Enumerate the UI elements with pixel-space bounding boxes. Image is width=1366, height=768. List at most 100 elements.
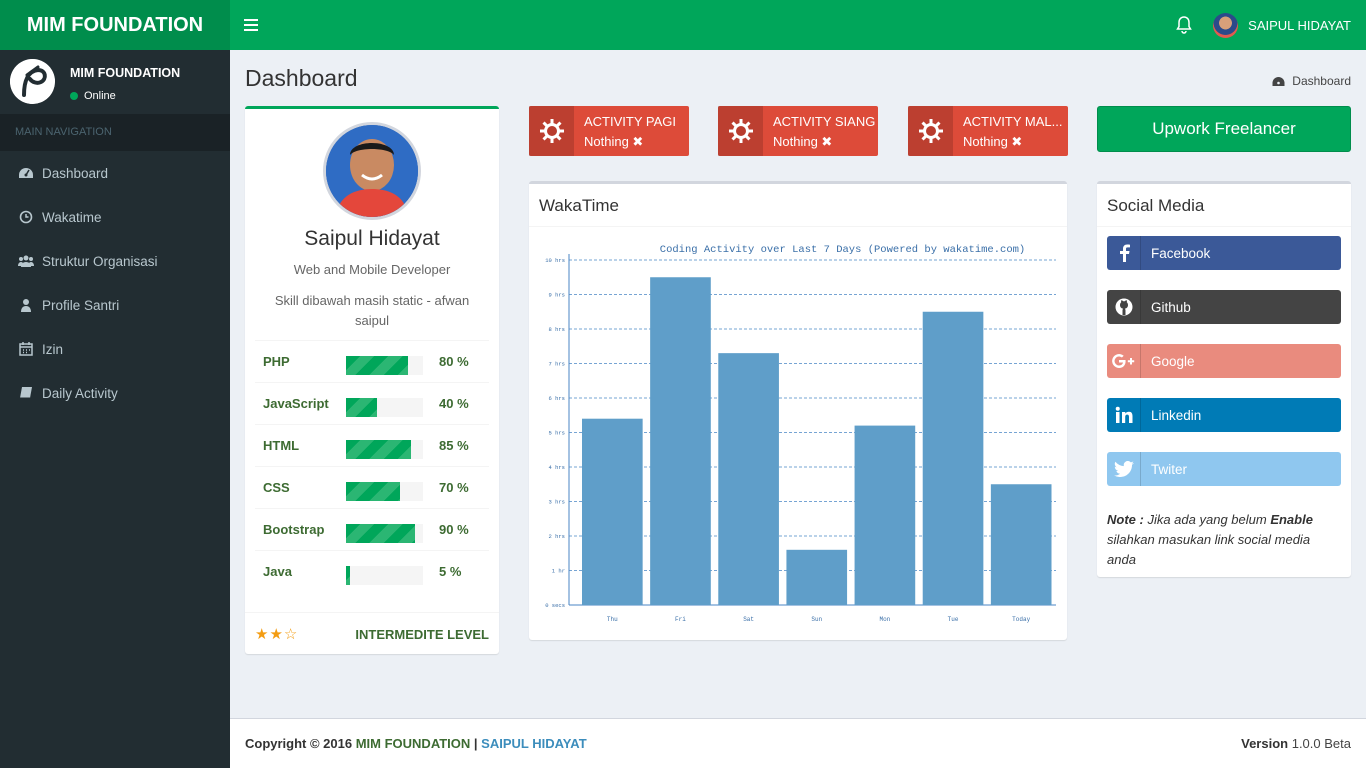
- skill-progress-fill: [346, 398, 377, 417]
- note-mid: Jika ada yang belum: [1143, 512, 1271, 527]
- sidebar-item-profile-santri[interactable]: Profile Santri: [0, 283, 230, 327]
- footer-org-link[interactable]: MIM FOUNDATION: [356, 736, 471, 751]
- chart-bar: [854, 425, 916, 605]
- y-tick-label: 2 hrs: [548, 533, 565, 540]
- activity-title: ACTIVITY PAGI: [584, 114, 676, 129]
- sidebar-item-label: Wakatime: [42, 209, 102, 225]
- github-button[interactable]: Github: [1107, 290, 1341, 324]
- skill-row: HTML 85 %: [255, 424, 489, 466]
- chart-bar: [650, 277, 711, 605]
- linkedin-label: Linkedin: [1151, 407, 1202, 423]
- book-icon: [20, 387, 32, 399]
- activity-malam-box[interactable]: ACTIVITY MAL... Nothing ✖: [908, 106, 1068, 156]
- page-title: Dashboard: [245, 65, 358, 91]
- upwork-freelancer-button[interactable]: Upwork Freelancer: [1097, 106, 1351, 152]
- skill-progress-bar: [346, 524, 423, 543]
- x-tick-label: Fri: [675, 616, 686, 623]
- github-label: Github: [1151, 299, 1191, 315]
- google-plus-button[interactable]: Google: [1107, 344, 1341, 378]
- facebook-label: Facebook: [1151, 245, 1211, 261]
- wakatime-box: WakaTime Coding Activity over Last 7 Day…: [529, 181, 1067, 640]
- skill-name: JavaScript: [263, 396, 329, 411]
- activity-pagi-box[interactable]: ACTIVITY PAGI Nothing ✖: [529, 106, 689, 156]
- sidebar-item-daily-activity[interactable]: Daily Activity: [0, 371, 230, 415]
- y-tick-label: 10 hrs: [545, 257, 565, 264]
- version-label: Version: [1241, 736, 1289, 751]
- twitter-icon: [1107, 452, 1141, 486]
- skill-progress-fill: [346, 482, 400, 501]
- brand-logo[interactable]: MIM FOUNDATION: [0, 0, 230, 50]
- clock-icon: [19, 210, 33, 224]
- gear-icon: [908, 106, 953, 156]
- y-tick-label: 1 hr: [552, 568, 565, 575]
- skill-progress-bar: [346, 398, 423, 417]
- version-info: Version 1.0.0 Beta: [1241, 736, 1351, 751]
- version-number: 1.0.0 Beta: [1291, 736, 1351, 751]
- chart-bar: [718, 353, 779, 605]
- skill-percent: 85 %: [439, 438, 469, 453]
- org-name: MIM FOUNDATION: [70, 66, 181, 80]
- sidebar-item-wakatime[interactable]: Wakatime: [0, 195, 230, 239]
- breadcrumb[interactable]: Dashboard: [1272, 74, 1351, 88]
- divider: [529, 226, 1067, 227]
- skill-row: CSS 70 %: [255, 466, 489, 508]
- sidebar-item-label: Struktur Organisasi: [42, 253, 158, 269]
- github-icon: [1107, 290, 1141, 324]
- note-suffix: silahkan masukan link social media anda: [1107, 532, 1311, 567]
- top-navbar: SAIPUL HIDAYAT: [230, 0, 1366, 50]
- note-bold: Enable: [1270, 512, 1313, 527]
- footer-author-link[interactable]: SAIPUL HIDAYAT: [481, 736, 586, 751]
- skill-level: INTERMEDITE LEVEL: [355, 627, 489, 642]
- sidebar-item-izin[interactable]: Izin: [0, 327, 230, 371]
- sidebar: MIM FOUNDATION Online MAIN NAVIGATION Da…: [0, 50, 230, 768]
- linkedin-icon: [1107, 398, 1141, 432]
- skill-name: PHP: [263, 354, 290, 369]
- skills-list: PHP 80 % JavaScript 40 % HTML 85 % CSS 7…: [255, 340, 489, 592]
- skill-percent: 80 %: [439, 354, 469, 369]
- x-tick-label: Mon: [879, 616, 890, 623]
- activity-title: ACTIVITY MAL...: [963, 114, 1063, 129]
- profile-role: Web and Mobile Developer: [293, 262, 451, 277]
- profile-name: Saipul Hidayat: [304, 227, 440, 250]
- google-plus-icon: [1107, 344, 1141, 378]
- activity-value: Nothing ✖: [963, 134, 1023, 149]
- activity-title: ACTIVITY SIANG: [773, 114, 876, 129]
- skill-row: JavaScript 40 %: [255, 382, 489, 424]
- y-tick-label: 8 hrs: [548, 326, 565, 333]
- social-media-box: Social Media Facebook Github Google Link…: [1097, 181, 1351, 577]
- activity-value: Nothing ✖: [584, 134, 644, 149]
- sidebar-item-struktur[interactable]: Struktur Organisasi: [0, 239, 230, 283]
- users-icon: [18, 255, 34, 267]
- sidebar-item-label: Daily Activity: [42, 385, 118, 401]
- online-status: Online: [70, 90, 116, 102]
- skill-progress-fill: [346, 566, 350, 585]
- status-text: Online: [84, 90, 116, 102]
- x-tick-label: Sat: [743, 616, 754, 623]
- skill-row: Bootstrap 90 %: [255, 508, 489, 550]
- y-tick-label: 9 hrs: [548, 292, 565, 299]
- y-tick-label: 7 hrs: [548, 361, 565, 368]
- chart-bar: [582, 418, 643, 605]
- y-tick-label: 5 hrs: [548, 430, 565, 437]
- profile-note: Skill dibawah masih static - afwan saipu…: [274, 293, 470, 328]
- sidebar-item-label: Izin: [42, 341, 64, 357]
- twitter-button[interactable]: Twiter: [1107, 452, 1341, 486]
- sidebar-item-dashboard[interactable]: Dashboard: [0, 151, 230, 195]
- skill-row: PHP 80 %: [255, 340, 489, 382]
- x-tick-label: Sun: [811, 616, 822, 623]
- dashboard-icon: [1272, 76, 1285, 86]
- user-menu[interactable]: SAIPUL HIDAYAT: [1213, 0, 1351, 50]
- y-tick-label: 3 hrs: [548, 499, 565, 506]
- y-tick-label: 4 hrs: [548, 464, 565, 471]
- facebook-button[interactable]: Facebook: [1107, 236, 1341, 270]
- bell-icon[interactable]: [1175, 15, 1193, 35]
- chart-bar: [786, 549, 848, 605]
- menu-toggle-icon[interactable]: [244, 16, 258, 34]
- dashboard-icon: [19, 168, 33, 178]
- skill-name: Java: [263, 564, 292, 579]
- skill-name: Bootstrap: [263, 522, 325, 537]
- user-panel: MIM FOUNDATION Online: [0, 50, 230, 114]
- linkedin-button[interactable]: Linkedin: [1107, 398, 1341, 432]
- social-note: Note : Jika ada yang belum Enable silahk…: [1107, 510, 1341, 570]
- activity-siang-box[interactable]: ACTIVITY SIANG Nothing ✖: [718, 106, 878, 156]
